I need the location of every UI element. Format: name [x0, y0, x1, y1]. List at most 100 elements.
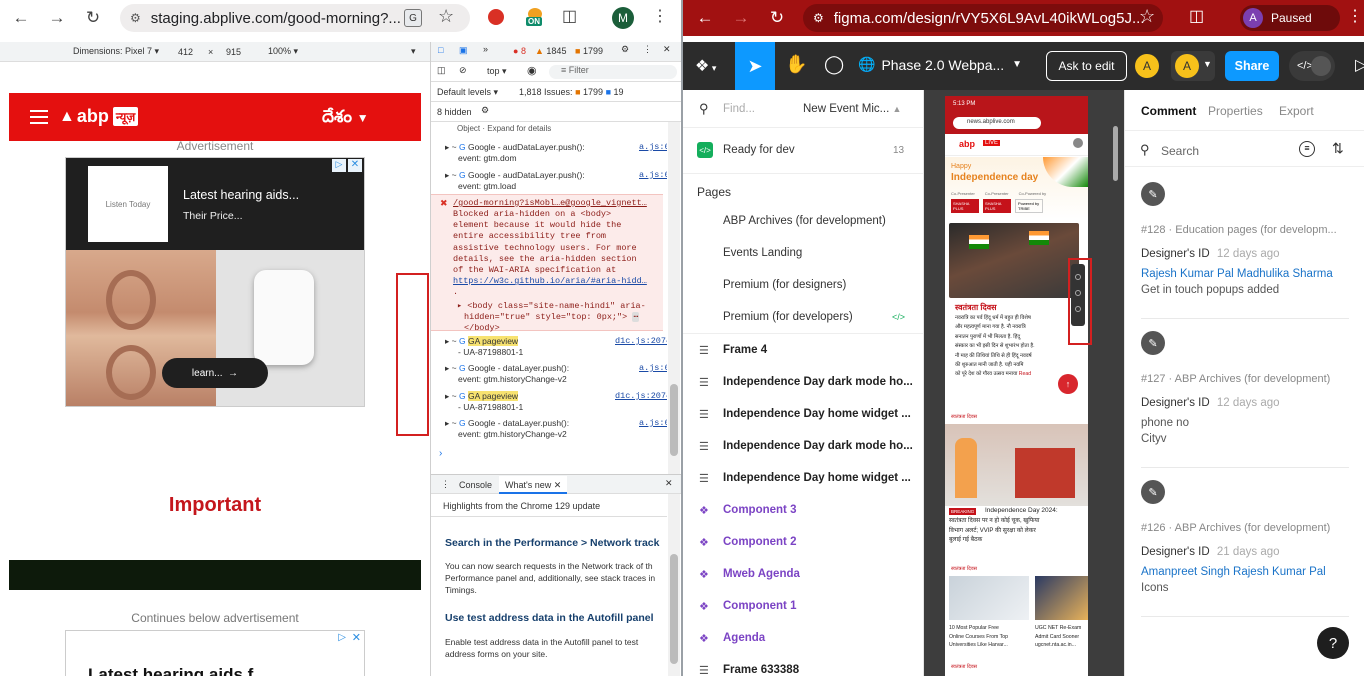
ad-learn-button[interactable]: learn... → — [162, 358, 268, 388]
tab-comment[interactable]: Comment — [1141, 104, 1196, 118]
console-log-entry[interactable]: ▸ ~ G Google - audDataLayer.push(): — [445, 170, 665, 181]
layer-item[interactable]: ❖ Component 3 — [683, 494, 923, 526]
comment-tool-icon[interactable]: ◯ — [824, 54, 844, 75]
devtools-kebab-icon[interactable]: ⋮ — [643, 44, 652, 55]
site-settings-icon[interactable]: ⚙ — [130, 11, 141, 25]
page-item[interactable]: Premium (for designers) — [683, 269, 923, 301]
bookmark-star-icon[interactable]: ☆ — [438, 6, 454, 27]
translate-icon[interactable]: G — [404, 9, 422, 27]
console-prompt[interactable]: › — [439, 448, 442, 459]
whats-new-title-2[interactable]: Use test address data in the Autofill pa… — [445, 612, 654, 624]
figma-canvas[interactable]: 5:13 PM news.abplive.com abp LIVE Happy … — [924, 90, 1124, 676]
hamburger-menu-icon[interactable] — [30, 110, 48, 124]
drawer-scrollbar[interactable] — [668, 494, 680, 676]
hearing-aid-ad[interactable]: Listen Today Latest hearing aids... Thei… — [65, 157, 365, 407]
figma-menu-icon[interactable]: ❖ ▾ — [695, 56, 716, 76]
console-log-entry[interactable]: ▸ ~ G Google - audDataLayer.push(): — [445, 142, 665, 153]
layer-item[interactable]: ☰ Independence Day home widget ... — [683, 462, 923, 494]
ad-close-icon[interactable]: ✕ — [348, 159, 362, 172]
canvas-vertical-scrollbar[interactable] — [1113, 126, 1118, 181]
layer-item[interactable]: ❖ Component 2 — [683, 526, 923, 558]
console-settings-icon[interactable]: ⚙ — [481, 105, 489, 116]
console-log-entry[interactable]: ▸ ~ G Google - dataLayer.push(): — [445, 418, 569, 429]
console-source-link[interactable]: a.js:6 — [639, 363, 667, 373]
comment-search-input[interactable]: Search — [1161, 144, 1199, 158]
forward-arrow-icon[interactable]: → — [42, 3, 72, 33]
layer-item[interactable]: ❖ Agenda — [683, 622, 923, 654]
language-switch[interactable]: దేశం ▼ — [322, 107, 369, 131]
console-source-link[interactable]: a.js:6 — [639, 418, 667, 428]
reload-icon[interactable]: ↻ — [762, 3, 792, 33]
ad-choices-icon[interactable]: ▷ — [332, 159, 346, 172]
ad2-close-icon[interactable]: ✕ — [352, 631, 361, 644]
issues-summary[interactable]: 1,818 Issues: ■ 1799 ■ 19 — [519, 87, 624, 97]
more-tabs-icon[interactable]: » — [483, 44, 488, 54]
sidebar-toggle-icon[interactable]: ◫ — [437, 65, 446, 76]
extensions-puzzle-icon[interactable]: ◫ — [562, 6, 577, 26]
reload-icon[interactable]: ↻ — [78, 3, 108, 33]
live-expression-eye-icon[interactable]: ◉ — [527, 64, 537, 77]
layer-item[interactable]: ☰ Frame 633388 — [683, 654, 923, 676]
filter-icon[interactable]: ≡ — [1299, 141, 1315, 157]
console-log-entry[interactable]: ▸ ~ G GA pageview — [445, 336, 519, 347]
devtools-close-icon[interactable]: ✕ — [663, 44, 671, 55]
console-source-link[interactable]: d1c.js:2074 — [615, 336, 667, 346]
comment-mentions[interactable]: Rajesh Kumar Pal Madhulika Sharma — [1141, 268, 1333, 280]
dimensions-select[interactable]: Dimensions: Pixel 7 ▾ — [73, 46, 159, 57]
clear-console-icon[interactable]: ⊘ — [459, 65, 467, 76]
back-arrow-icon[interactable]: ← — [6, 3, 36, 33]
devtools-settings-icon[interactable]: ⚙ — [621, 44, 629, 55]
site-settings-icon[interactable]: ⚙ — [813, 11, 824, 25]
wai-aria-spec-link[interactable]: https://w3c.github.io/aria/#aria-hidd… — [453, 276, 647, 287]
error-url-link[interactable]: /good-morning?isMobl…e@google_vignett… — [453, 198, 661, 208]
share-button[interactable]: Share — [1225, 51, 1279, 81]
levels-select[interactable]: Default levels ▾ — [437, 87, 498, 98]
present-play-icon[interactable]: ▷ — [1355, 55, 1364, 75]
layer-item[interactable]: ☰ Independence Day dark mode ho... — [683, 430, 923, 462]
current-page-select[interactable]: New Event Mic... ▲ — [803, 103, 901, 115]
ellipsis-expand-icon[interactable]: ⋯ — [632, 312, 640, 322]
console-filter-input[interactable]: ≡ Filter — [549, 65, 677, 79]
console-log-entry[interactable]: ▸ ~ G Google - dataLayer.push(): — [445, 363, 569, 374]
body-element-ref[interactable]: ▸ <body class="site-name-hindi" aria- hi… — [457, 301, 646, 334]
menu-kebab-icon[interactable]: ⋮ — [1347, 6, 1363, 26]
console-log-entry[interactable]: ▸ ~ G GA pageview — [445, 391, 519, 402]
device-height-input[interactable]: 915 — [226, 47, 241, 57]
context-select[interactable]: top ▾ — [487, 66, 507, 77]
second-ad[interactable]: ▷ ✕ Latest hearing aids f... — [65, 630, 365, 676]
console-source-link[interactable]: d1c.js:2074 — [615, 391, 667, 401]
profile-avatar[interactable]: M — [612, 7, 634, 29]
comment-thread[interactable]: ✎ #127 · ABP Archives (for development) … — [1125, 329, 1364, 469]
hand-tool-icon[interactable]: ✋ — [785, 54, 807, 75]
drawer-menu-icon[interactable]: ⋮ — [441, 479, 450, 490]
drawer-tab-whats-new[interactable]: What's new ✕ — [499, 476, 568, 494]
more-device-options-icon[interactable]: ▾ — [411, 46, 416, 57]
right-address-bar[interactable]: ⚙ figma.com/design/rVY5X6L9AvL40ikWLog5J… — [803, 4, 1163, 32]
console-source-link[interactable]: a.js:6 — [639, 142, 667, 152]
ready-for-dev-row[interactable]: </> Ready for dev 13 — [683, 136, 923, 164]
device-toggle-icon[interactable]: ▣ — [459, 45, 468, 56]
device-width-input[interactable]: 412 — [178, 47, 193, 57]
forward-arrow-icon[interactable]: → — [726, 3, 756, 33]
comment-thread[interactable]: ✎ #128 · Education pages (for developm..… — [1125, 180, 1364, 320]
whats-new-title-1[interactable]: Search in the Performance > Network trac… — [445, 537, 659, 549]
layer-item[interactable]: ☰ Independence Day home widget ... — [683, 398, 923, 430]
console-scrollbar[interactable] — [668, 122, 680, 474]
drawer-tab-console[interactable]: Console — [459, 480, 492, 490]
tab-properties[interactable]: Properties — [1208, 104, 1263, 118]
find-input[interactable]: Find... — [723, 103, 755, 115]
collaborator-avatar[interactable]: A — [1135, 54, 1159, 78]
layer-item[interactable]: ❖ Mweb Agenda — [683, 558, 923, 590]
site-logo[interactable]: ▲ abp न्यूज़ — [59, 106, 139, 127]
layer-item[interactable]: ❖ Component 1 — [683, 590, 923, 622]
comment-mentions[interactable]: Amanpreet Singh Rajesh Kumar Pal — [1141, 566, 1326, 578]
extensions-puzzle-icon[interactable]: ◫ — [1189, 6, 1204, 26]
ad2-choices-icon[interactable]: ▷ — [338, 632, 346, 643]
extension-red-icon[interactable] — [488, 9, 504, 25]
issue-count[interactable]: ■ 1799 — [575, 46, 603, 56]
console-source-link[interactable]: a.js:6 — [639, 170, 667, 180]
warning-count[interactable]: ▲ 1845 — [535, 46, 566, 56]
error-count[interactable]: ● 8 — [513, 46, 526, 56]
menu-kebab-icon[interactable]: ⋮ — [652, 6, 668, 26]
move-tool-icon[interactable]: ➤ — [735, 42, 775, 90]
